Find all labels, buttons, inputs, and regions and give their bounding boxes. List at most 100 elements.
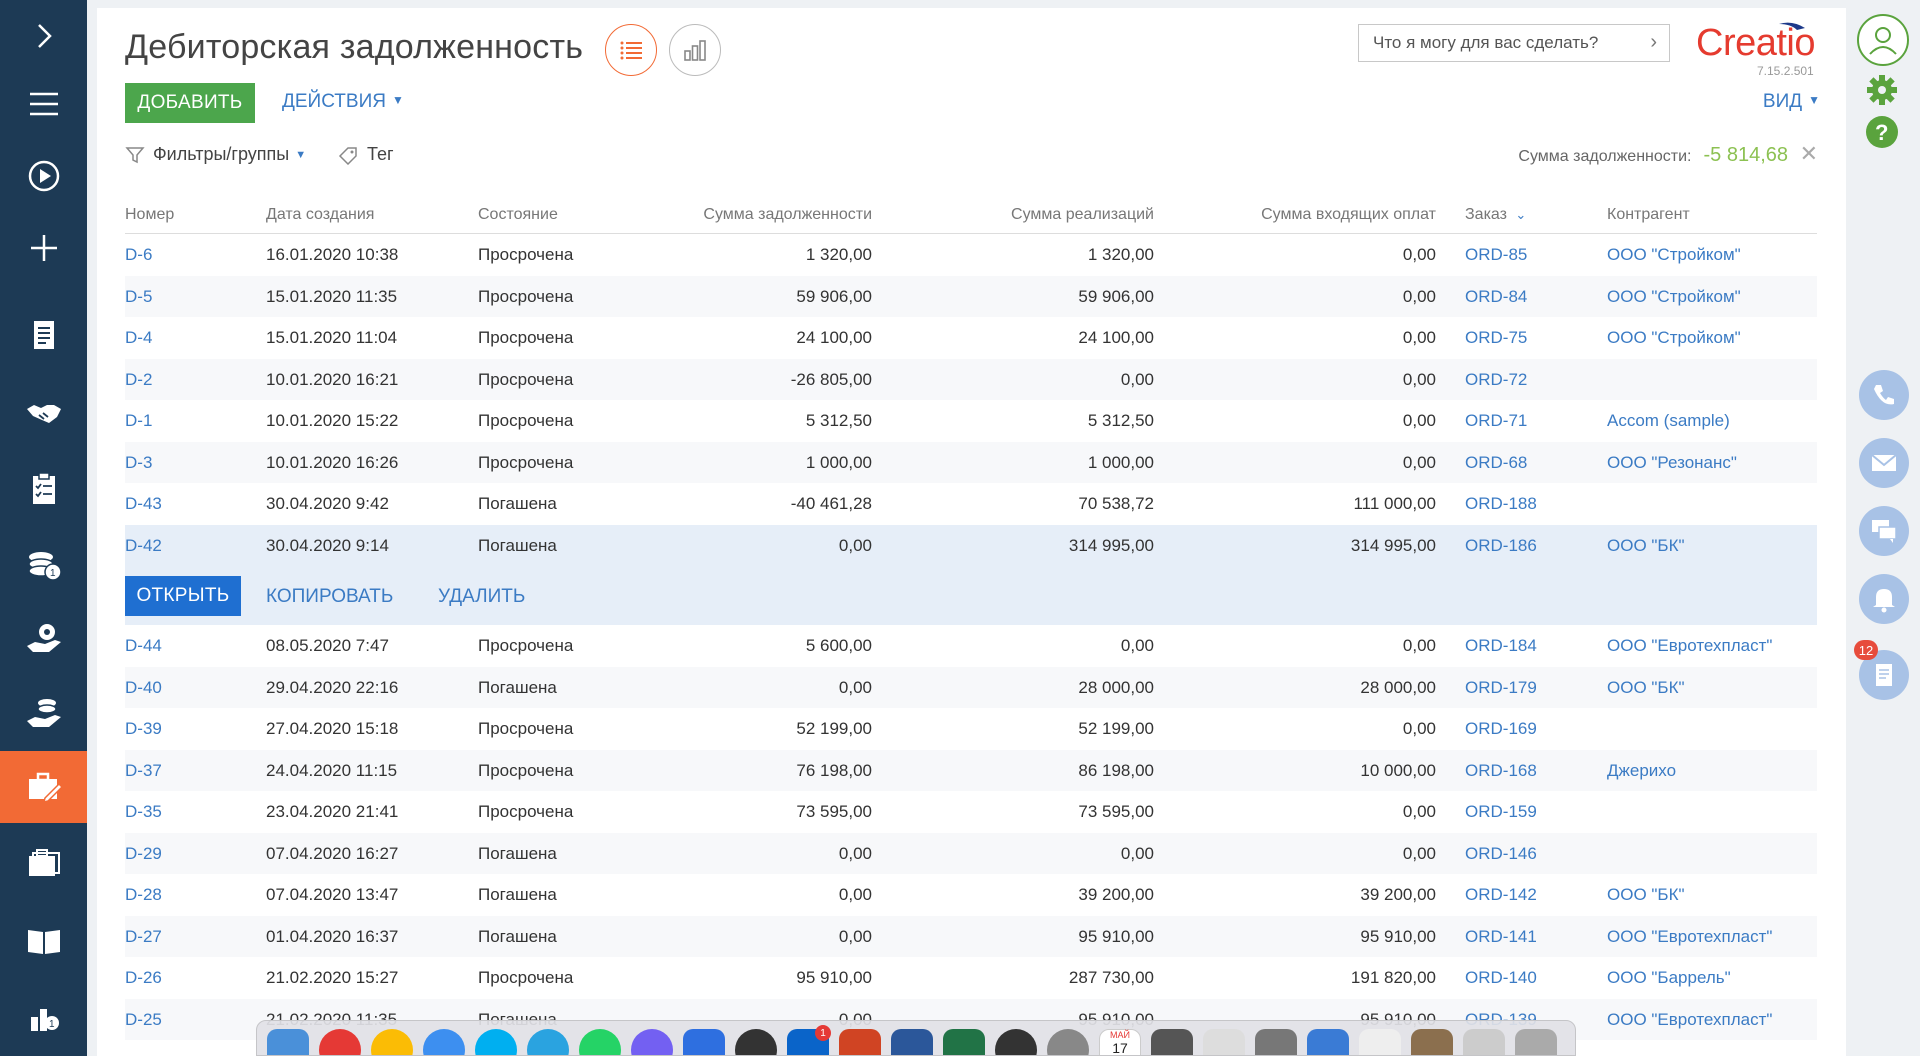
cell-order[interactable]: ORD-188 (1465, 494, 1537, 514)
cell-counterparty[interactable]: ООО "Баррель" (1607, 968, 1731, 988)
close-summary-icon[interactable]: ✕ (1800, 141, 1818, 167)
column-header-counterparty[interactable]: Контрагент (1607, 206, 1690, 224)
column-header-status[interactable]: Состояние (478, 206, 558, 224)
viber-icon[interactable] (631, 1029, 673, 1055)
list-view-button[interactable] (605, 24, 657, 76)
profile-avatar[interactable] (1857, 14, 1909, 66)
cell-number[interactable]: D-40 (125, 678, 162, 698)
excel-icon[interactable] (943, 1029, 985, 1055)
preview-icon[interactable] (1411, 1029, 1453, 1055)
cell-order[interactable]: ORD-179 (1465, 678, 1537, 698)
cell-order[interactable]: ORD-85 (1465, 245, 1527, 265)
word-icon[interactable] (891, 1029, 933, 1055)
table-row[interactable]: D-29 07.04.2020 16:27 Погашена 0,00 0,00 0,00… (125, 832, 1817, 874)
cell-counterparty[interactable]: Accom (sample) (1607, 411, 1730, 431)
actions-menu[interactable]: ДЕЙСТВИЯ ▼ (282, 91, 404, 113)
table-row[interactable]: D-27 01.04.2020 16:37 Погашена 0,00 95 910,0… (125, 915, 1817, 957)
textedit-icon[interactable] (1359, 1029, 1401, 1055)
table-row[interactable]: D-26 21.02.2020 15:27 Просрочена 95 910,00 2… (125, 957, 1817, 999)
add-button[interactable]: ДОБАВИТЬ (125, 83, 255, 123)
table-row[interactable]: D-2 10.01.2020 16:21 Просрочена -26 805,00 0… (125, 358, 1817, 400)
table-row[interactable]: D-40 29.04.2020 22:16 Погашена 0,00 28 000,0… (125, 666, 1817, 708)
expand-nav-button[interactable] (0, 0, 87, 72)
table-row[interactable]: D-6 16.01.2020 10:38 Просрочена 1 320,00 1 3… (125, 234, 1817, 276)
view-menu[interactable]: ВИД ▼ (1763, 91, 1820, 113)
calculator-icon[interactable] (1151, 1029, 1193, 1055)
cell-number[interactable]: D-5 (125, 287, 152, 307)
cell-number[interactable]: D-26 (125, 968, 162, 988)
gear-icon[interactable] (1864, 72, 1900, 108)
cell-order[interactable]: ORD-72 (1465, 370, 1527, 390)
column-header-order[interactable]: Заказ ⌄ (1465, 206, 1526, 224)
cell-number[interactable]: D-42 (125, 536, 162, 556)
nav-receipts[interactable] (0, 678, 87, 750)
cell-number[interactable]: D-43 (125, 494, 162, 514)
system-preferences-icon[interactable] (1255, 1029, 1297, 1055)
cell-order[interactable]: ORD-159 (1465, 802, 1537, 822)
table-row[interactable]: D-44 08.05.2020 7:47 Просрочена 5 600,00 0,0… (125, 625, 1817, 667)
cell-number[interactable]: D-29 (125, 844, 162, 864)
table-row[interactable]: D-3 10.01.2020 16:26 Просрочена 1 000,00 1 0… (125, 441, 1817, 483)
open-button[interactable]: ОТКРЫТЬ (125, 576, 241, 616)
processes-button[interactable] (0, 140, 87, 212)
column-header-created[interactable]: Дата создания (266, 206, 374, 224)
nav-receivables-active[interactable] (0, 751, 87, 823)
nav-portfolio[interactable] (0, 828, 87, 900)
table-row[interactable]: D-42 30.04.2020 9:14 Погашена 0,00 314 995,0… (125, 524, 1817, 566)
calendar-icon[interactable]: МАЙ 17 (1099, 1029, 1141, 1055)
table-row[interactable]: D-28 07.04.2020 13:47 Погашена 0,00 39 200,0… (125, 874, 1817, 916)
nav-payments[interactable] (0, 603, 87, 675)
chat-button[interactable] (1859, 506, 1909, 556)
cell-counterparty[interactable]: ООО "Стройком" (1607, 328, 1741, 348)
table-row[interactable]: D-37 24.04.2020 11:15 Просрочена 76 198,00 8… (125, 749, 1817, 791)
column-header-payments[interactable]: Сумма входящих оплат (1261, 206, 1436, 224)
cell-number[interactable]: D-37 (125, 761, 162, 781)
analytics-view-button[interactable] (669, 24, 721, 76)
app-blue-icon[interactable] (683, 1029, 725, 1055)
table-row[interactable]: D-35 23.04.2020 21:41 Просрочена 73 595,00 7… (125, 791, 1817, 833)
cell-order[interactable]: ORD-75 (1465, 328, 1527, 348)
notifications-button[interactable] (1859, 574, 1909, 624)
cell-counterparty[interactable]: Джерихо (1607, 761, 1676, 781)
safari-icon[interactable] (423, 1029, 465, 1055)
cell-counterparty[interactable]: ООО "Евротехпласт" (1607, 927, 1772, 947)
cell-number[interactable]: D-35 (125, 802, 162, 822)
table-row[interactable]: D-43 30.04.2020 9:42 Погашена -40 461,28 70 … (125, 483, 1817, 525)
app-folder-icon[interactable] (1307, 1029, 1349, 1055)
whatsapp-icon[interactable] (579, 1029, 621, 1055)
cell-order[interactable]: ORD-71 (1465, 411, 1527, 431)
cell-number[interactable]: D-25 (125, 1010, 162, 1030)
menu-button[interactable] (0, 68, 87, 140)
column-header-number[interactable]: Номер (125, 206, 174, 224)
launchpad-icon[interactable] (1047, 1029, 1089, 1055)
cell-order[interactable]: ORD-140 (1465, 968, 1537, 988)
cell-order[interactable]: ORD-141 (1465, 927, 1537, 947)
cell-order[interactable]: ORD-168 (1465, 761, 1537, 781)
cell-counterparty[interactable]: ООО "Стройком" (1607, 245, 1741, 265)
email-button[interactable] (1859, 438, 1909, 488)
cell-number[interactable]: D-4 (125, 328, 152, 348)
nav-deals[interactable] (0, 378, 87, 450)
cell-counterparty[interactable]: ООО "БК" (1607, 536, 1685, 556)
cell-counterparty[interactable]: ООО "Стройком" (1607, 287, 1741, 307)
table-row[interactable]: D-5 15.01.2020 11:35 Просрочена 59 906,00 59… (125, 275, 1817, 317)
cell-counterparty[interactable]: ООО "Евротехпласт" (1607, 1010, 1772, 1030)
table-row[interactable]: D-39 27.04.2020 15:18 Просрочена 52 199,00 5… (125, 708, 1817, 750)
column-header-sales[interactable]: Сумма реализаций (1011, 206, 1154, 224)
table-row[interactable]: D-4 15.01.2020 11:04 Просрочена 24 100,00 24… (125, 317, 1817, 359)
telegram-icon[interactable] (527, 1029, 569, 1055)
skype-icon[interactable] (475, 1029, 517, 1055)
cell-order[interactable]: ORD-84 (1465, 287, 1527, 307)
phone-app-icon[interactable] (995, 1029, 1037, 1055)
column-header-debt[interactable]: Сумма задолженности (703, 206, 872, 224)
cell-number[interactable]: D-3 (125, 453, 152, 473)
nav-documents[interactable] (0, 300, 87, 372)
downloads-icon[interactable] (1463, 1029, 1505, 1055)
cell-order[interactable]: ORD-146 (1465, 844, 1537, 864)
notes-icon[interactable] (1203, 1029, 1245, 1055)
cell-number[interactable]: D-39 (125, 719, 162, 739)
cell-number[interactable]: D-2 (125, 370, 152, 390)
cell-counterparty[interactable]: ООО "БК" (1607, 678, 1685, 698)
cell-counterparty[interactable]: ООО "Резонанс" (1607, 453, 1737, 473)
cell-number[interactable]: D-1 (125, 411, 152, 431)
